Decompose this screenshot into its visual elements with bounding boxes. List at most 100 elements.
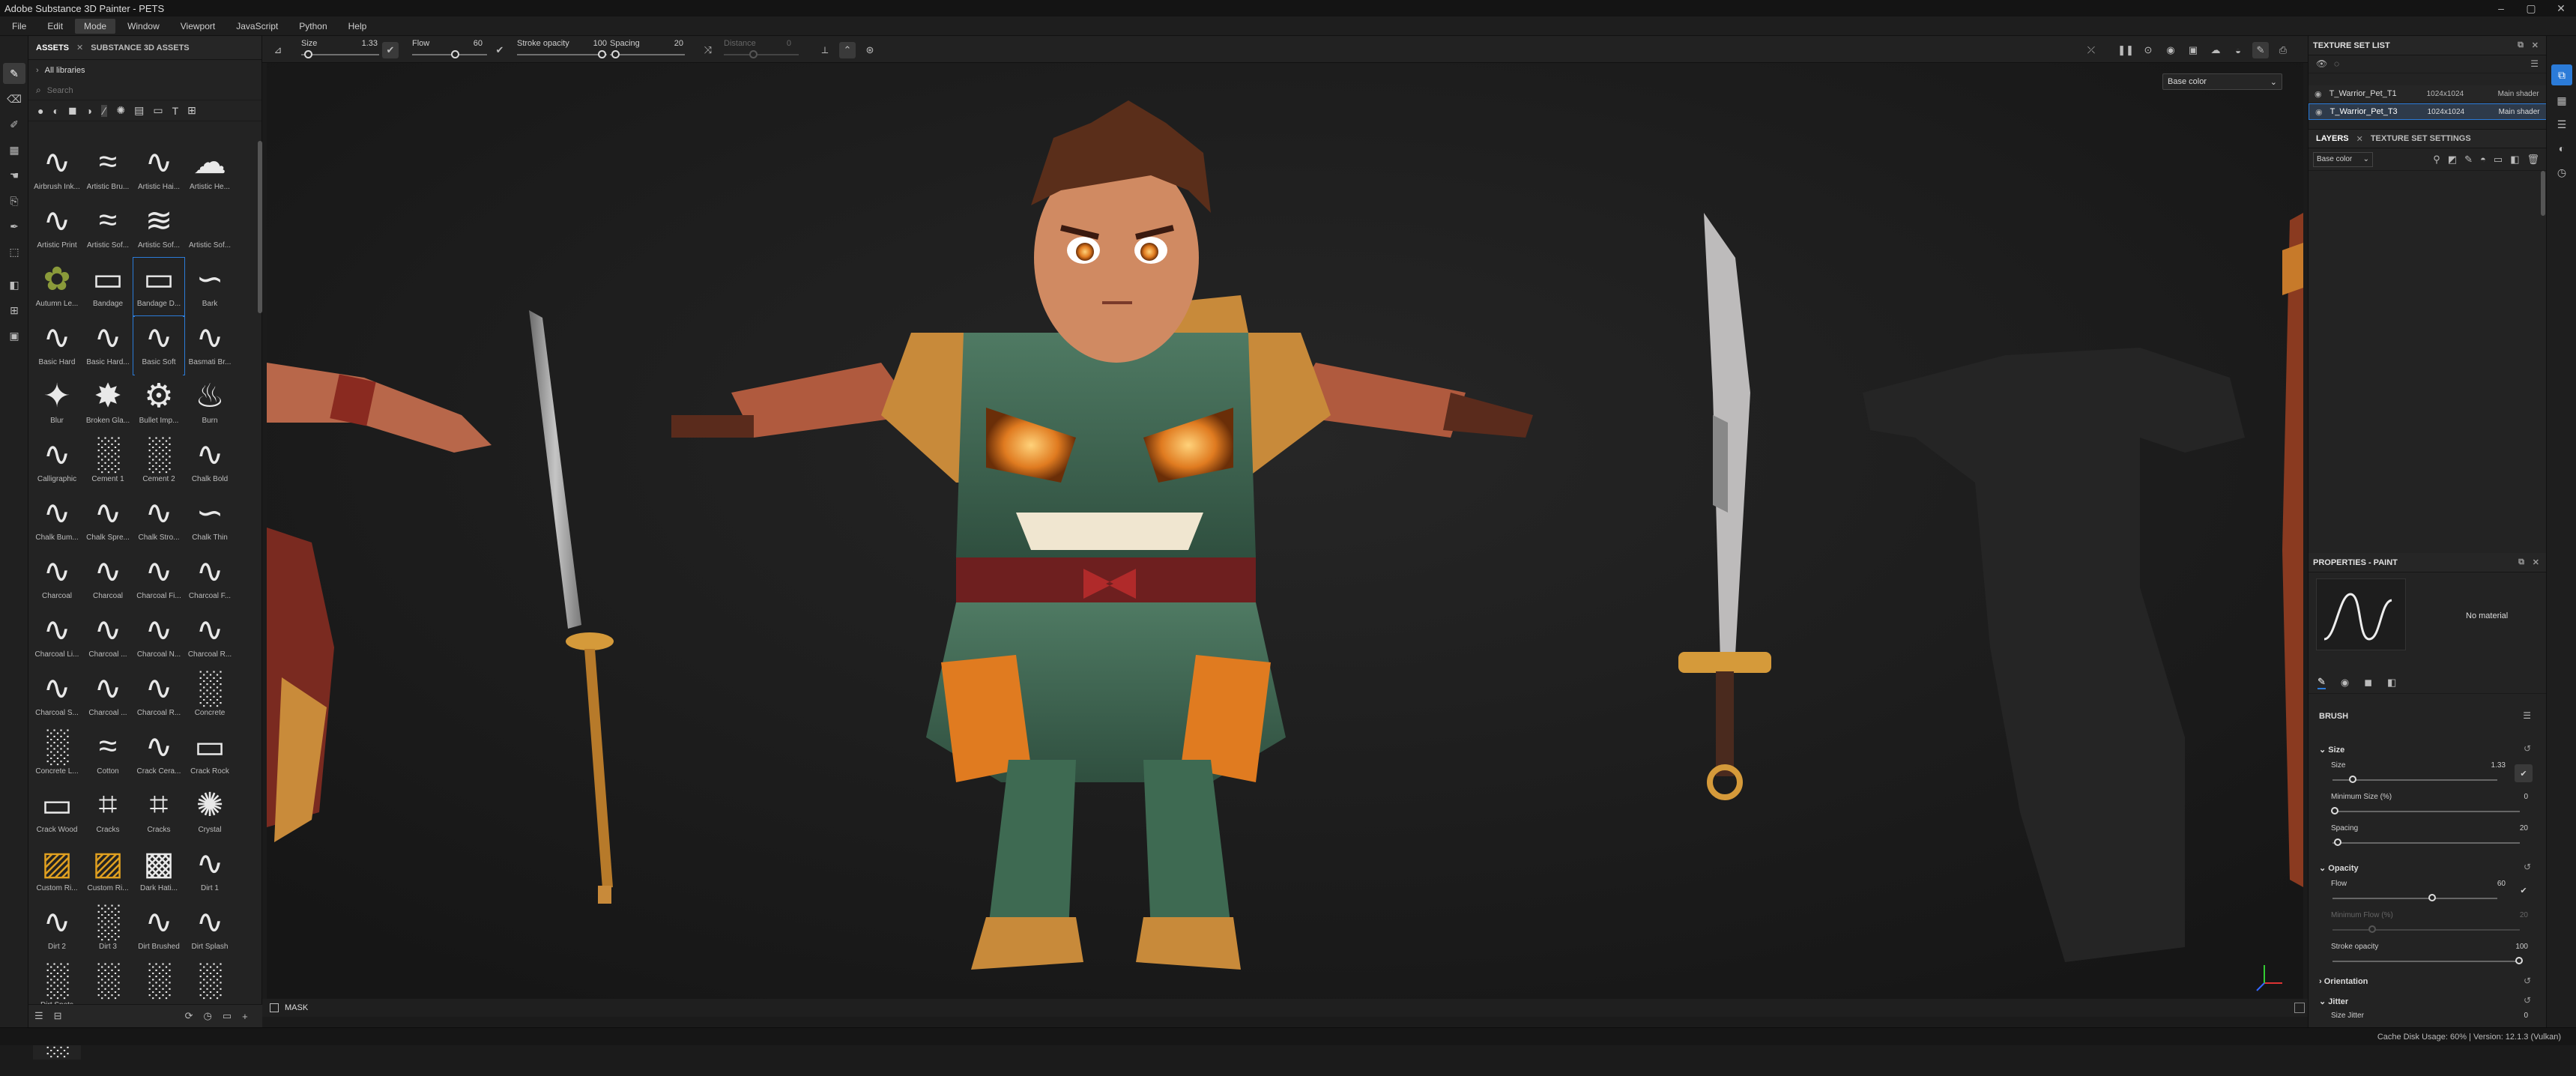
close-icon[interactable]: ✕ bbox=[2532, 40, 2539, 50]
toolbar-stroke-knob[interactable] bbox=[598, 50, 606, 58]
menu-python[interactable]: Python bbox=[290, 19, 336, 34]
texture-set-row[interactable]: ◉ T_Warrior_Pet_T1 1024x1024 Main shader bbox=[2309, 85, 2547, 102]
folder-icon[interactable]: ▭ bbox=[223, 1010, 232, 1022]
brush-tab-icon[interactable]: ✎ bbox=[2318, 676, 2326, 689]
search-box[interactable]: ⌕ bbox=[28, 81, 261, 100]
asset-item[interactable]: ≈ Cotton bbox=[82, 725, 133, 784]
asset-item[interactable]: ∿ Basic Hard... bbox=[82, 316, 133, 375]
lazy-mouse-icon[interactable]: ⤨ bbox=[700, 42, 716, 58]
menu-window[interactable]: Window bbox=[118, 19, 169, 34]
flow-pressure-icon[interactable]: ✔ bbox=[492, 42, 508, 58]
geometry-mask-icon[interactable]: ⬚ bbox=[3, 241, 25, 262]
add-icon[interactable]: + bbox=[242, 1011, 248, 1022]
asset-item[interactable]: ✺ Crystal bbox=[184, 784, 235, 842]
smart-material-filter-icon[interactable]: ◐ bbox=[52, 105, 58, 117]
history-dock-icon[interactable]: ◷ bbox=[2551, 162, 2572, 183]
stroke-opacity-knob[interactable] bbox=[2515, 957, 2523, 964]
history-icon[interactable]: ◷ bbox=[203, 1010, 211, 1022]
physical-paint-icon[interactable]: ⌃ bbox=[839, 42, 856, 58]
asset-item[interactable]: ▭ Crack Wood bbox=[31, 784, 82, 842]
asset-item[interactable]: ☁ Artistic He... bbox=[184, 141, 235, 199]
mask-filter-icon[interactable]: ◼ bbox=[68, 104, 77, 117]
asset-item[interactable]: ⌗ Cracks bbox=[133, 784, 184, 842]
menu-mode[interactable]: Mode bbox=[75, 18, 116, 34]
minflow-value[interactable]: 20 bbox=[2520, 911, 2528, 919]
display-settings-dock-icon[interactable]: ◐ bbox=[2551, 138, 2572, 159]
toolbar-flow-knob[interactable] bbox=[451, 50, 459, 58]
text-filter-icon[interactable]: T bbox=[172, 105, 179, 117]
asset-item[interactable]: ≈ Artistic Bru... bbox=[82, 141, 133, 199]
asset-item[interactable]: ▭ Crack Rock bbox=[184, 725, 235, 784]
pause-icon[interactable]: ❚❚ bbox=[2117, 42, 2134, 58]
flow-knob[interactable] bbox=[2428, 894, 2436, 901]
asset-item[interactable]: ∿ Charcoal ... bbox=[82, 608, 133, 667]
asset-item[interactable]: ░ Cement 2 bbox=[133, 433, 184, 492]
menu-javascript[interactable]: JavaScript bbox=[227, 19, 287, 34]
asset-item[interactable]: ≋ Artistic Sof... bbox=[133, 199, 184, 258]
spacing-knob[interactable] bbox=[2334, 838, 2341, 846]
size-value[interactable]: 1.33 bbox=[2491, 761, 2506, 770]
delete-icon[interactable]: 🗑 bbox=[2527, 154, 2547, 165]
flow-value[interactable]: 60 bbox=[2497, 880, 2506, 888]
polyfill-icon[interactable]: ▦ bbox=[3, 139, 25, 160]
orientation-section[interactable]: › Orientation bbox=[2319, 977, 2368, 986]
add-paint-layer-icon[interactable]: ✎ bbox=[2464, 154, 2480, 165]
asset-item[interactable]: ∿ Chalk Spre... bbox=[82, 492, 133, 550]
asset-item[interactable]: ∿ Charcoal bbox=[31, 550, 82, 608]
asset-item[interactable]: ∿ Dirt Splash bbox=[184, 901, 235, 959]
display-icon[interactable]: ▣ bbox=[2185, 42, 2201, 58]
asset-item[interactable]: ∿ Basmati Br... bbox=[184, 316, 235, 375]
jitter-section[interactable]: ⌄ Jitter bbox=[2319, 997, 2348, 1006]
size-pressure-icon[interactable]: ✔ bbox=[382, 42, 399, 58]
minflow-knob[interactable] bbox=[2368, 925, 2376, 933]
refresh-icon[interactable]: ⟳ bbox=[185, 1010, 193, 1022]
add-fill-layer-icon[interactable]: ◓ bbox=[2480, 154, 2494, 165]
asset-item[interactable]: ∿ Artistic Hai... bbox=[133, 141, 184, 199]
size-knob[interactable] bbox=[2349, 776, 2356, 783]
asset-item[interactable]: ∿ Crack Cera... bbox=[133, 725, 184, 784]
asset-item[interactable]: ░ Cement 1 bbox=[82, 433, 133, 492]
asset-item[interactable]: ∿ Charcoal R... bbox=[133, 667, 184, 725]
mask-checkbox[interactable] bbox=[270, 1003, 279, 1012]
menu-icon[interactable]: ☰ bbox=[2530, 58, 2539, 69]
filter-filter-icon[interactable]: ◑ bbox=[86, 105, 92, 117]
camera-lock-icon[interactable]: ⤫ bbox=[2083, 42, 2099, 58]
flow-pressure-toggle[interactable]: ✔ bbox=[2515, 881, 2533, 899]
material-filter-icon[interactable]: ● bbox=[37, 105, 43, 117]
menu-file[interactable]: File bbox=[3, 19, 35, 34]
toolbar-distance-knob[interactable] bbox=[749, 50, 758, 58]
add-group-icon[interactable]: ▭ bbox=[2494, 154, 2510, 165]
eraser-icon[interactable]: ⌫ bbox=[3, 88, 25, 109]
lighting-icon[interactable]: ◒ bbox=[2230, 42, 2246, 58]
eye-icon[interactable]: ◉ bbox=[2315, 107, 2323, 117]
minsize-slider[interactable] bbox=[2332, 811, 2520, 812]
size-pressure-toggle[interactable]: ✔ bbox=[2515, 764, 2533, 782]
toolbar-spacing-value[interactable]: 20 bbox=[653, 39, 683, 48]
asset-item[interactable]: ∿ Calligraphic bbox=[31, 433, 82, 492]
toolbar-flow-value[interactable]: 60 bbox=[453, 39, 483, 48]
search-input[interactable] bbox=[46, 85, 227, 95]
asset-item[interactable]: ∿ Charcoal N... bbox=[133, 608, 184, 667]
asset-item[interactable]: ▨ Custom Ri... bbox=[82, 842, 133, 901]
asset-item[interactable]: ∿ Charcoal R... bbox=[184, 608, 235, 667]
asset-item[interactable]: ∿ Airbrush Ink... bbox=[31, 141, 82, 199]
minsize-value[interactable]: 0 bbox=[2524, 793, 2528, 801]
eye-icon[interactable]: 👁 bbox=[2316, 58, 2327, 69]
size-jitter-value[interactable]: 0 bbox=[2524, 1012, 2528, 1020]
asset-item[interactable]: ∿ Artistic Print bbox=[31, 199, 82, 258]
camera-icon[interactable]: ◉ bbox=[2162, 42, 2179, 58]
asset-item[interactable]: ∿ Charcoal Fi... bbox=[133, 550, 184, 608]
asset-item[interactable]: ∿ Chalk Bold bbox=[184, 433, 235, 492]
eye-icon[interactable]: ◉ bbox=[2315, 89, 2322, 99]
reset-icon[interactable]: ↺ bbox=[2524, 743, 2531, 754]
size-section[interactable]: ⌄ Size bbox=[2319, 745, 2344, 755]
texture-set-shader[interactable]: Main shader bbox=[2479, 90, 2539, 98]
toolbar-size-value[interactable]: 1.33 bbox=[348, 39, 378, 48]
asset-item[interactable]: ∿ Dirt 1 bbox=[184, 842, 235, 901]
asset-item[interactable]: ∿ Dirt 2 bbox=[31, 901, 82, 959]
effects-icon[interactable]: ⚲ bbox=[2433, 154, 2448, 165]
viewport-channel-select[interactable]: Base color ⌄ bbox=[2162, 73, 2282, 90]
brush-preview[interactable] bbox=[2316, 578, 2406, 650]
menu-help[interactable]: Help bbox=[339, 19, 376, 34]
material-tab-icon[interactable]: ◉ bbox=[2341, 677, 2349, 689]
